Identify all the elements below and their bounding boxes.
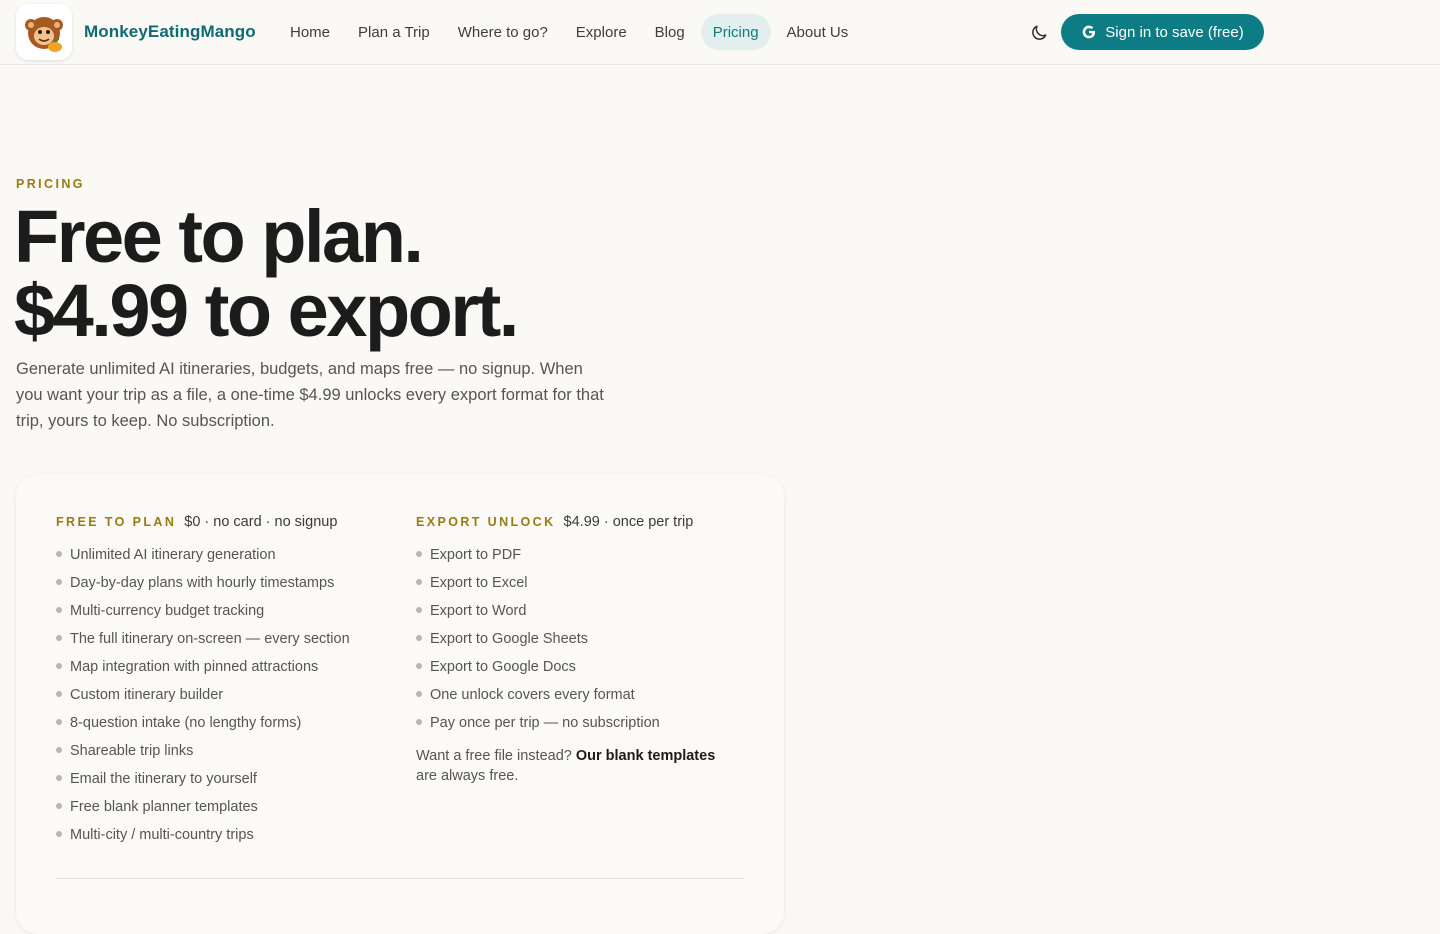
free-plan-column: FREE TO PLAN $0 · no card · no signup Un… <box>56 514 396 854</box>
list-item: Export to Google Docs <box>416 658 746 686</box>
monkey-mascot-icon <box>25 17 63 52</box>
export-plan-header: EXPORT UNLOCK $4.99 · once per trip <box>416 514 746 534</box>
list-item: One unlock covers every format <box>416 686 746 714</box>
section-eyebrow: PRICING <box>16 177 85 191</box>
list-item: Export to Word <box>416 602 746 630</box>
blank-templates-link[interactable]: Our blank templates <box>576 748 715 764</box>
nav-item-plan-a-trip[interactable]: Plan a Trip <box>346 14 442 50</box>
pricing-card: FREE TO PLAN $0 · no card · no signup Un… <box>16 474 784 934</box>
list-item: Email the itinerary to yourself <box>56 770 396 798</box>
nav-item-home[interactable]: Home <box>278 14 342 50</box>
list-item: Multi-currency budget tracking <box>56 602 396 630</box>
list-item: Export to PDF <box>416 546 746 574</box>
moon-icon <box>1032 25 1047 40</box>
templates-note: Want a free file instead? Our blank temp… <box>416 746 736 786</box>
list-item: Shareable trip links <box>56 742 396 770</box>
google-g-icon <box>1082 25 1096 39</box>
export-plan-price: $4.99 · once per trip <box>563 514 694 530</box>
card-divider <box>56 878 744 879</box>
templates-note-suffix: are always free. <box>416 768 519 784</box>
list-item: Map integration with pinned attractions <box>56 658 396 686</box>
list-item: Day-by-day plans with hourly timestamps <box>56 574 396 602</box>
export-plan-column: EXPORT UNLOCK $4.99 · once per trip Expo… <box>416 514 746 786</box>
top-navigation-bar: MonkeyEatingMango Home Plan a Trip Where… <box>0 0 1440 65</box>
page-title: Free to plan. $4.99 to export. <box>14 195 519 352</box>
export-plan-title: EXPORT UNLOCK <box>416 515 556 529</box>
free-plan-title: FREE TO PLAN <box>56 515 177 529</box>
list-item: 8-question intake (no lengthy forms) <box>56 714 396 742</box>
nav-item-explore[interactable]: Explore <box>564 14 639 50</box>
list-item: Unlimited AI itinerary generation <box>56 546 396 574</box>
monkey-logo-icon[interactable] <box>16 4 72 60</box>
list-item: Free blank planner templates <box>56 798 396 826</box>
main-nav: Home Plan a Trip Where to go? Explore Bl… <box>278 14 860 50</box>
list-item: The full itinerary on-screen — every sec… <box>56 630 396 658</box>
brand-name[interactable]: MonkeyEatingMango <box>84 22 256 42</box>
intro-paragraph: Generate unlimited AI itineraries, budge… <box>16 360 604 430</box>
headline-line-1: Free to plan. <box>14 195 424 278</box>
nav-item-where-to-go[interactable]: Where to go? <box>446 14 560 50</box>
export-feature-list: Export to PDF Export to Excel Export to … <box>416 546 746 742</box>
sign-in-label: Sign in to save (free) <box>1105 23 1244 41</box>
list-item: Custom itinerary builder <box>56 686 396 714</box>
headline-line-2: $4.99 to export. <box>14 269 519 352</box>
nav-item-about-us[interactable]: About Us <box>775 14 861 50</box>
sign-in-button[interactable]: Sign in to save (free) <box>1061 14 1264 50</box>
list-item: Export to Excel <box>416 574 746 602</box>
list-item: Multi-city / multi-country trips <box>56 826 396 854</box>
free-plan-header: FREE TO PLAN $0 · no card · no signup <box>56 514 396 534</box>
free-plan-price: $0 · no card · no signup <box>184 514 338 530</box>
list-item: Export to Google Sheets <box>416 630 746 658</box>
theme-toggle-button[interactable] <box>1026 20 1052 46</box>
templates-note-prefix: Want a free file instead? <box>416 748 576 764</box>
list-item: Pay once per trip — no subscription <box>416 714 746 742</box>
nav-item-blog[interactable]: Blog <box>643 14 697 50</box>
free-feature-list: Unlimited AI itinerary generation Day-by… <box>56 546 396 854</box>
nav-item-pricing[interactable]: Pricing <box>700 14 771 50</box>
